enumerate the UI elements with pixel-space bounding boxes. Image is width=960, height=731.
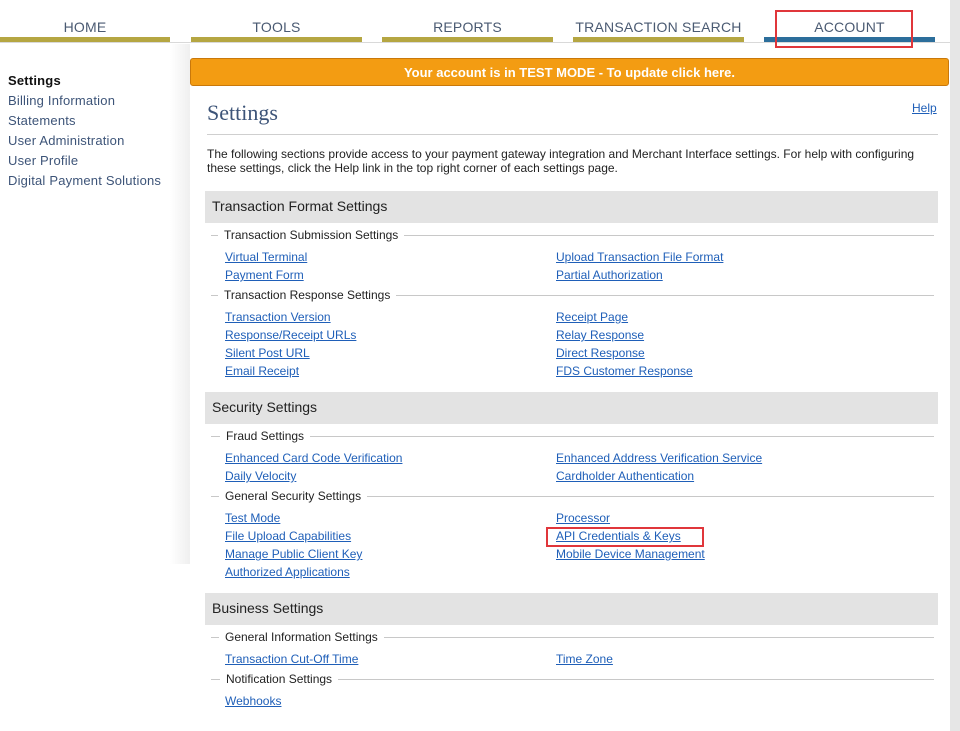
sidebar-item-statements[interactable]: Statements xyxy=(8,113,76,128)
link-test-mode[interactable]: Test Mode xyxy=(225,511,280,525)
group-general-information-settings: General Information Settings xyxy=(219,630,384,644)
link-processor[interactable]: Processor xyxy=(556,511,610,525)
group-general-security-settings: General Security Settings xyxy=(219,489,368,503)
tab-transaction-search-label: TRANSACTION SEARCH xyxy=(575,19,742,35)
page-title: Settings xyxy=(207,100,278,125)
link-file-upload-capabilities[interactable]: File Upload Capabilities xyxy=(225,529,351,543)
tab-home-label: HOME xyxy=(63,19,107,35)
help-link[interactable]: Help xyxy=(912,101,937,115)
link-webhooks[interactable]: Webhooks xyxy=(225,694,281,708)
link-silent-post-url[interactable]: Silent Post URL xyxy=(225,346,310,360)
link-direct-response[interactable]: Direct Response xyxy=(556,346,645,360)
link-transaction-version[interactable]: Transaction Version xyxy=(225,310,331,324)
test-mode-banner[interactable]: Your account is in TEST MODE - To update… xyxy=(190,58,949,86)
link-partial-authorization[interactable]: Partial Authorization xyxy=(556,268,663,282)
link-receipt-page[interactable]: Receipt Page xyxy=(556,310,628,324)
section-security: Security Settings xyxy=(205,392,938,424)
intro-text: The following sections provide access to… xyxy=(207,147,915,175)
tab-reports[interactable]: REPORTS xyxy=(382,0,553,44)
link-enhanced-card-code-verification[interactable]: Enhanced Card Code Verification xyxy=(225,451,402,465)
link-transaction-cut-off-time[interactable]: Transaction Cut-Off Time xyxy=(225,652,358,666)
tab-tools[interactable]: TOOLS xyxy=(191,0,362,44)
group-divider xyxy=(211,436,934,437)
sidebar-item-billing-information[interactable]: Billing Information xyxy=(8,93,115,108)
section-transaction-format: Transaction Format Settings xyxy=(205,191,938,223)
sidebar-item-user-administration[interactable]: User Administration xyxy=(8,133,125,148)
link-email-receipt[interactable]: Email Receipt xyxy=(225,364,299,378)
link-enhanced-address-verification-service[interactable]: Enhanced Address Verification Service xyxy=(556,451,762,465)
title-divider xyxy=(207,134,938,135)
group-transaction-response: Transaction Response Settings xyxy=(218,288,397,302)
group-transaction-submission: Transaction Submission Settings xyxy=(218,228,405,242)
link-authorized-applications[interactable]: Authorized Applications xyxy=(225,565,350,579)
section-business: Business Settings xyxy=(205,593,938,625)
link-time-zone[interactable]: Time Zone xyxy=(556,652,613,666)
tab-home[interactable]: HOME xyxy=(0,0,170,44)
api-credentials-highlight xyxy=(546,527,704,547)
account-tab-highlight xyxy=(775,10,913,48)
sidebar-item-settings[interactable]: Settings xyxy=(8,73,61,88)
tab-tools-label: TOOLS xyxy=(252,19,301,35)
link-fds-customer-response[interactable]: FDS Customer Response xyxy=(556,364,693,378)
link-relay-response[interactable]: Relay Response xyxy=(556,328,644,342)
link-response-receipt-urls[interactable]: Response/Receipt URLs xyxy=(225,328,356,342)
group-notification-settings: Notification Settings xyxy=(220,672,339,686)
link-payment-form[interactable]: Payment Form xyxy=(225,268,304,282)
tab-reports-label: REPORTS xyxy=(433,19,502,35)
group-fraud-settings: Fraud Settings xyxy=(220,429,311,443)
sidebar: Settings Billing Information Statements … xyxy=(0,44,190,564)
tab-transaction-search[interactable]: TRANSACTION SEARCH xyxy=(573,0,744,44)
link-cardholder-authentication[interactable]: Cardholder Authentication xyxy=(556,469,694,483)
link-virtual-terminal[interactable]: Virtual Terminal xyxy=(225,250,307,264)
link-mobile-device-management[interactable]: Mobile Device Management xyxy=(556,547,705,561)
link-upload-transaction-file-format[interactable]: Upload Transaction File Format xyxy=(556,250,723,264)
scrollbar-gutter xyxy=(950,0,960,731)
link-daily-velocity[interactable]: Daily Velocity xyxy=(225,469,296,483)
link-manage-public-client-key[interactable]: Manage Public Client Key xyxy=(225,547,362,561)
sidebar-item-user-profile[interactable]: User Profile xyxy=(8,153,78,168)
sidebar-item-digital-payment-solutions[interactable]: Digital Payment Solutions xyxy=(8,173,161,188)
